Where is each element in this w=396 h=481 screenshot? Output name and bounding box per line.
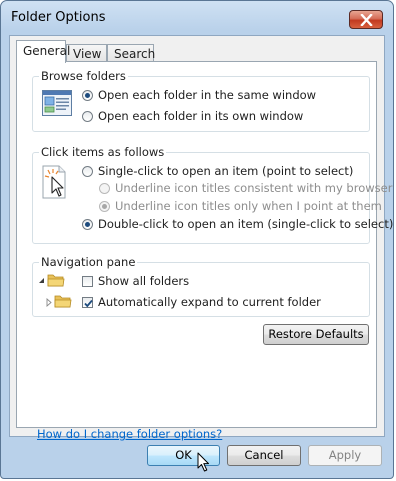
tab-general[interactable]: General xyxy=(16,40,70,63)
tab-search-label: Search xyxy=(114,47,156,61)
open-same-window-radio[interactable] xyxy=(82,89,93,101)
mouse-cursor-icon xyxy=(197,452,209,472)
underline-consistent-label: Underline icon titles consistent with my… xyxy=(115,181,393,195)
navigation-pane-group: Navigation pane Show all folders Automat… xyxy=(32,255,370,317)
underline-point-option[interactable]: Underline icon titles only when I point … xyxy=(99,199,382,213)
help-link[interactable]: How do I change folder options? xyxy=(37,427,222,441)
navigation-pane-label: Navigation pane xyxy=(39,255,138,269)
auto-expand-option[interactable]: Automatically expand to current folder xyxy=(82,295,321,309)
show-all-folders-checkbox[interactable] xyxy=(82,275,93,287)
dialog-body: General View Search Browse folders Open … xyxy=(9,35,393,441)
window-preview-icon xyxy=(42,90,72,116)
single-click-option[interactable]: Single-click to open an item (point to s… xyxy=(82,164,353,178)
apply-button[interactable]: Apply xyxy=(308,445,382,466)
open-own-window-label: Open each folder in its own window xyxy=(98,109,304,123)
cancel-button[interactable]: Cancel xyxy=(227,445,301,466)
underline-point-label: Underline icon titles only when I point … xyxy=(115,199,382,213)
single-click-radio[interactable] xyxy=(82,165,93,177)
tab-view[interactable]: View xyxy=(66,44,107,62)
show-all-folders-label: Show all folders xyxy=(98,274,190,288)
open-same-window-label: Open each folder in the same window xyxy=(98,88,317,102)
open-same-window-option[interactable]: Open each folder in the same window xyxy=(82,88,316,102)
pointer-click-icon xyxy=(42,165,66,199)
tree-collapsed-arrow-icon xyxy=(46,298,52,307)
tab-search[interactable]: Search xyxy=(107,44,156,62)
tab-general-label: General xyxy=(23,44,71,58)
folder-icon xyxy=(47,274,65,287)
single-click-label: Single-click to open an item (point to s… xyxy=(98,164,354,178)
underline-consistent-radio[interactable] xyxy=(99,182,110,194)
checkmark-icon xyxy=(84,299,93,307)
tree-expanded-arrow-icon xyxy=(39,278,44,283)
open-own-window-radio[interactable] xyxy=(82,110,93,122)
browse-folders-label: Browse folders xyxy=(39,69,128,83)
title-bar[interactable]: Folder Options xyxy=(1,1,393,35)
close-button[interactable] xyxy=(349,10,383,29)
click-items-label: Click items as follows xyxy=(39,145,167,159)
underline-consistent-option[interactable]: Underline icon titles consistent with my… xyxy=(99,181,392,195)
auto-expand-label: Automatically expand to current folder xyxy=(98,295,321,309)
general-tab-panel: Browse folders Open each folder in the s… xyxy=(16,61,393,441)
auto-expand-checkbox[interactable] xyxy=(82,296,93,308)
restore-defaults-button[interactable]: Restore Defaults xyxy=(263,324,369,345)
close-icon xyxy=(360,14,373,26)
double-click-option[interactable]: Double-click to open an item (single-cli… xyxy=(82,217,393,231)
double-click-radio[interactable] xyxy=(82,218,93,230)
tab-view-label: View xyxy=(73,47,102,61)
folder-options-window: Folder Options General View Search Brows… xyxy=(0,0,394,479)
folder-icon xyxy=(54,295,72,308)
browse-folders-group: Browse folders Open each folder in the s… xyxy=(32,69,370,132)
underline-point-radio[interactable] xyxy=(99,200,110,212)
show-all-folders-option[interactable]: Show all folders xyxy=(82,274,189,288)
window-title: Folder Options xyxy=(11,10,106,25)
double-click-label: Double-click to open an item (single-cli… xyxy=(98,217,394,231)
open-own-window-option[interactable]: Open each folder in its own window xyxy=(82,109,303,123)
click-items-group: Click items as follows Single-click to o… xyxy=(32,145,393,244)
